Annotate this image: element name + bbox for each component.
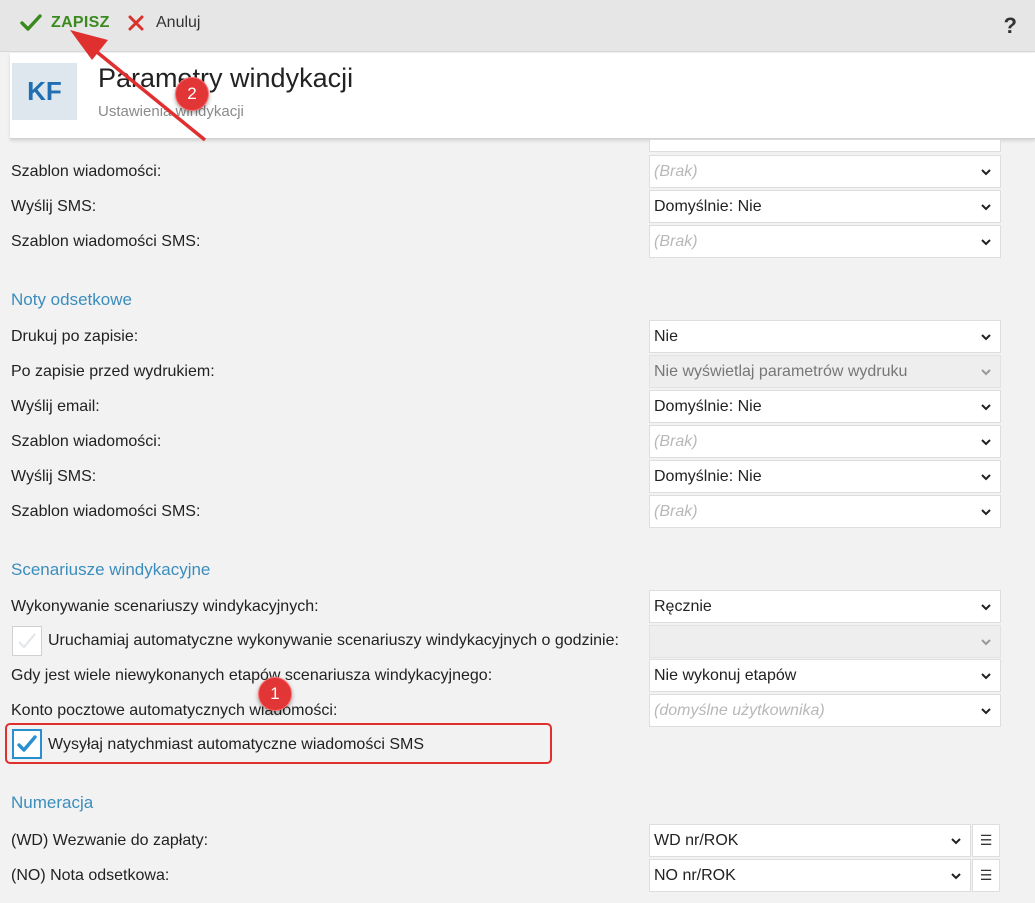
chevron-down-icon bbox=[981, 509, 991, 516]
field-label: (NO) Nota odsetkowa: bbox=[11, 867, 170, 884]
page-header: KF Parametry windykacji Ustawienia windy… bbox=[10, 53, 1035, 139]
form-row: Szablon wiadomości: (Brak) bbox=[0, 425, 1035, 459]
select-value: (Brak) bbox=[654, 232, 698, 250]
form-row: Szablon wiadomości SMS: (Brak) bbox=[0, 495, 1035, 529]
form-row: Wykonywanie scenariuszy windykacyjnych: … bbox=[0, 590, 1035, 624]
help-button[interactable]: ? bbox=[1004, 13, 1017, 39]
print-after-save-select[interactable]: Nie bbox=[649, 320, 1001, 353]
stages-select[interactable]: Nie wykonuj etapów bbox=[649, 659, 1001, 692]
auto-run-label: Uruchamiaj automatyczne wykonywanie scen… bbox=[48, 632, 619, 649]
field-label: Po zapisie przed wydrukiem: bbox=[11, 363, 215, 380]
section-title-noty: Noty odsetkowe bbox=[11, 290, 132, 309]
chevron-down-icon bbox=[951, 873, 961, 880]
numbering-no-select[interactable]: NO nr/ROK bbox=[649, 859, 971, 892]
settings-form: Szablon wiadomości: (Brak) Wyślij SMS: D… bbox=[0, 140, 1035, 903]
field-label: Szablon wiadomości: bbox=[11, 163, 162, 180]
chevron-down-icon bbox=[981, 604, 991, 611]
form-row: Szablon wiadomości SMS: (Brak) bbox=[0, 225, 1035, 259]
select-value: Nie bbox=[654, 327, 679, 345]
select-value: Domyślnie: Nie bbox=[654, 467, 762, 485]
select-value: (Brak) bbox=[654, 502, 698, 520]
scenario-execution-select[interactable]: Ręcznie bbox=[649, 590, 1001, 623]
select-value: NO nr/ROK bbox=[654, 866, 736, 884]
select-value: Domyślnie: Nie bbox=[654, 397, 762, 415]
annotation-badge-1: 1 bbox=[258, 677, 292, 711]
template-select[interactable]: (Brak) bbox=[649, 425, 1001, 458]
list-icon: ☰ bbox=[979, 867, 993, 883]
chevron-down-icon bbox=[981, 239, 991, 246]
chevron-down-icon bbox=[981, 204, 991, 211]
chevron-down-icon bbox=[981, 169, 991, 176]
form-row: Drukuj po zapisie: Nie bbox=[0, 320, 1035, 354]
field-label: Drukuj po zapisie: bbox=[11, 328, 139, 345]
chevron-down-icon bbox=[981, 439, 991, 446]
template-select[interactable]: (Brak) bbox=[649, 155, 1001, 188]
module-logo: KF bbox=[12, 63, 77, 120]
form-row: Wyślij SMS: Domyślnie: Nie bbox=[0, 190, 1035, 224]
annotation-highlight-box bbox=[5, 723, 552, 764]
sms-template-select[interactable]: (Brak) bbox=[649, 495, 1001, 528]
chevron-down-icon bbox=[981, 708, 991, 715]
chevron-down-icon bbox=[981, 369, 991, 376]
send-email-select[interactable]: Domyślnie: Nie bbox=[649, 390, 1001, 423]
close-icon bbox=[128, 15, 144, 31]
chevron-down-icon bbox=[981, 474, 991, 481]
toolbar: ZAPISZ Anuluj ? bbox=[0, 0, 1035, 52]
cancel-button[interactable]: Anuluj bbox=[127, 14, 200, 32]
section-title-scenariusze: Scenariusze windykacyjne bbox=[11, 560, 211, 579]
form-row: Wyślij SMS: Domyślnie: Nie bbox=[0, 460, 1035, 494]
check-icon bbox=[18, 633, 36, 649]
select-value: Nie wykonuj etapów bbox=[654, 666, 797, 684]
numbering-list-button[interactable]: ☰ bbox=[972, 859, 1000, 892]
cancel-label: Anuluj bbox=[156, 14, 201, 31]
field-label: Szablon wiadomości: bbox=[11, 433, 162, 450]
form-row: Wyślij email: Domyślnie: Nie bbox=[0, 390, 1035, 424]
auto-run-checkbox[interactable] bbox=[12, 626, 42, 656]
field-label: Konto pocztowe automatycznych wiadomości… bbox=[11, 702, 338, 719]
numbering-list-button[interactable]: ☰ bbox=[972, 824, 1000, 857]
select-value: (Brak) bbox=[654, 432, 698, 450]
form-row: Po zapisie przed wydrukiem: Nie wyświetl… bbox=[0, 355, 1035, 389]
annotation-badge-2: 2 bbox=[175, 77, 209, 111]
form-row: Gdy jest wiele niewykonanych etapów scen… bbox=[0, 659, 1035, 693]
field-label: Gdy jest wiele niewykonanych etapów scen… bbox=[11, 667, 493, 684]
form-row: Uruchamiaj automatyczne wykonywanie scen… bbox=[0, 625, 1035, 659]
select-value: (domyślne użytkownika) bbox=[654, 701, 825, 719]
field-label: Wyślij SMS: bbox=[11, 468, 97, 485]
section-title-numeracja: Numeracja bbox=[11, 793, 94, 812]
numbering-wd-select[interactable]: WD nr/ROK bbox=[649, 824, 971, 857]
save-button[interactable]: ZAPISZ bbox=[20, 14, 110, 32]
field-label: Wyślij email: bbox=[11, 398, 100, 415]
select-value: (Brak) bbox=[654, 162, 698, 180]
field-label: (WD) Wezwanie do zapłaty: bbox=[11, 832, 209, 849]
chevron-down-icon bbox=[951, 838, 961, 845]
select-value: Nie wyświetlaj parametrów wydruku bbox=[654, 362, 908, 380]
select-value: Ręcznie bbox=[654, 597, 712, 615]
send-sms-select[interactable]: Domyślnie: Nie bbox=[649, 190, 1001, 223]
chevron-down-icon bbox=[981, 639, 991, 646]
page-subtitle: Ustawienia windykacji bbox=[98, 103, 244, 120]
select-value: WD nr/ROK bbox=[654, 831, 739, 849]
before-print-select: Nie wyświetlaj parametrów wydruku bbox=[649, 355, 1001, 388]
field-label: Szablon wiadomości SMS: bbox=[11, 503, 201, 520]
page-title: Parametry windykacji bbox=[98, 63, 354, 93]
field-label: Wykonywanie scenariuszy windykacyjnych: bbox=[11, 598, 319, 615]
check-icon bbox=[20, 14, 42, 31]
auto-run-time-select bbox=[649, 625, 1001, 658]
save-label: ZAPISZ bbox=[51, 14, 110, 31]
sms-template-select[interactable]: (Brak) bbox=[649, 225, 1001, 258]
form-row: (NO) Nota odsetkowa: NO nr/ROK ☰ bbox=[0, 859, 1035, 893]
form-row: Szablon wiadomości: (Brak) bbox=[0, 155, 1035, 189]
send-sms-select[interactable]: Domyślnie: Nie bbox=[649, 460, 1001, 493]
list-icon: ☰ bbox=[979, 832, 993, 848]
mail-account-select[interactable]: (domyślne użytkownika) bbox=[649, 694, 1001, 727]
chevron-down-icon bbox=[981, 404, 991, 411]
field-label: Wyślij SMS: bbox=[11, 198, 97, 215]
chevron-down-icon bbox=[981, 673, 991, 680]
select-value: Domyślnie: Nie bbox=[654, 197, 762, 215]
select-field-partial[interactable] bbox=[649, 140, 1001, 152]
form-row: (WD) Wezwanie do zapłaty: WD nr/ROK ☰ bbox=[0, 824, 1035, 858]
field-label: Szablon wiadomości SMS: bbox=[11, 233, 201, 250]
chevron-down-icon bbox=[981, 334, 991, 341]
